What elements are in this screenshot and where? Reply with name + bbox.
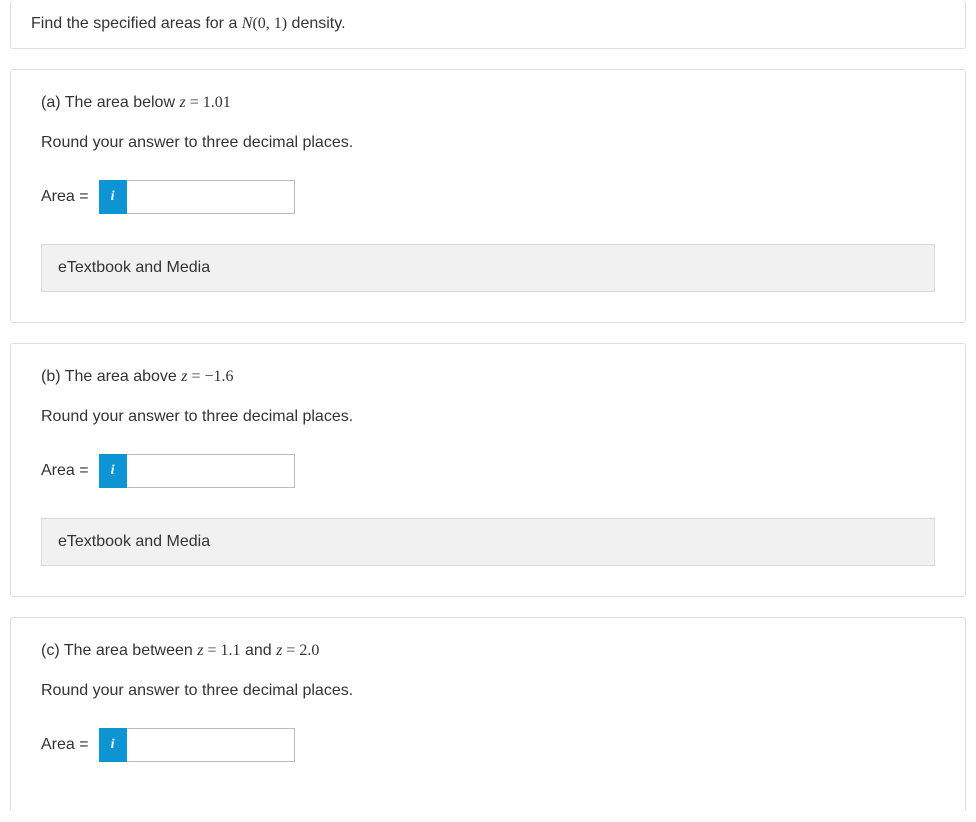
qb-zval: −1.6: [205, 368, 234, 385]
question-c-input[interactable]: [127, 728, 295, 762]
qa-zval: 1.01: [203, 94, 231, 111]
info-icon[interactable]: i: [99, 180, 127, 214]
question-c-answer-label: Area =: [41, 736, 89, 754]
question-c-card: (c) The area between z = 1.1 and z = 2.0…: [10, 617, 966, 812]
info-icon[interactable]: i: [99, 454, 127, 488]
question-b-input[interactable]: [127, 454, 295, 488]
etextbook-media-button[interactable]: eTextbook and Media: [41, 518, 935, 566]
question-a-card: (a) The area below z = 1.01 Round your a…: [10, 69, 966, 323]
qa-eq: =: [186, 94, 203, 111]
intro-text: Find the specified areas for a N(0, 1) d…: [31, 15, 945, 33]
question-b-answer-row: Area = i: [41, 454, 935, 488]
qc-zval1: 1.1: [221, 642, 241, 659]
question-b-instruction: Round your answer to three decimal place…: [41, 408, 935, 426]
intro-prefix: Find the specified areas for a: [31, 15, 242, 32]
intro-card: Find the specified areas for a N(0, 1) d…: [10, 0, 966, 49]
intro-math-args: (0, 1): [252, 15, 287, 32]
qb-eq: =: [187, 368, 204, 385]
qc-eq1: =: [203, 642, 220, 659]
question-c-instruction: Round your answer to three decimal place…: [41, 682, 935, 700]
info-icon[interactable]: i: [99, 728, 127, 762]
question-a-title: (a) The area below z = 1.01: [41, 94, 935, 112]
question-a-instruction: Round your answer to three decimal place…: [41, 134, 935, 152]
question-c-answer-row: Area = i: [41, 728, 935, 762]
intro-suffix: density.: [287, 15, 345, 32]
qc-eq2: =: [282, 642, 299, 659]
qa-prefix: (a) The area below: [41, 94, 179, 111]
question-a-answer-row: Area = i: [41, 180, 935, 214]
question-b-card: (b) The area above z = −1.6 Round your a…: [10, 343, 966, 597]
etextbook-media-button[interactable]: eTextbook and Media: [41, 244, 935, 292]
intro-math-N: N: [242, 15, 253, 32]
question-b-answer-label: Area =: [41, 462, 89, 480]
question-b-title: (b) The area above z = −1.6: [41, 368, 935, 386]
qb-prefix: (b) The area above: [41, 368, 181, 385]
qc-zval2: 2.0: [299, 642, 319, 659]
question-a-input[interactable]: [127, 180, 295, 214]
qc-mid: and: [241, 642, 277, 659]
qc-prefix: (c) The area between: [41, 642, 197, 659]
question-a-answer-label: Area =: [41, 188, 89, 206]
question-c-title: (c) The area between z = 1.1 and z = 2.0: [41, 642, 935, 660]
